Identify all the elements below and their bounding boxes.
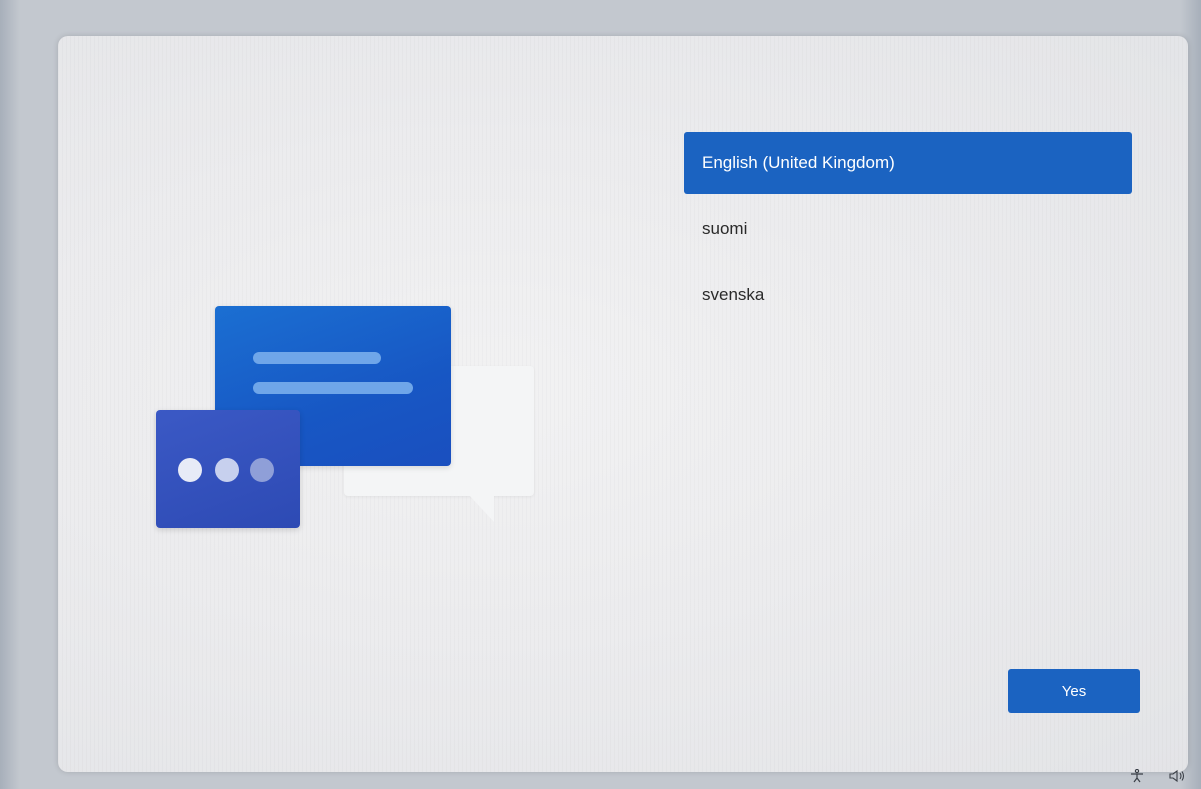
text-line [253,382,413,394]
typing-dot [215,458,239,482]
setup-panel: English (United Kingdom) suomi svenska Y… [58,36,1188,772]
accessibility-icon[interactable] [1129,768,1145,787]
language-option-label: svenska [702,285,765,304]
accessibility-icon-svg [1131,768,1143,783]
language-option-label: English (United Kingdom) [702,153,895,172]
language-option-svenska[interactable]: svenska [684,264,1132,326]
language-option-label: suomi [702,219,748,238]
typing-dot [250,458,274,482]
typing-indicator-icon [156,410,300,528]
typing-dot [178,458,202,482]
system-tray [1129,768,1187,787]
language-option-suomi[interactable]: suomi [684,198,1132,260]
volume-icon[interactable] [1169,769,1187,787]
text-line [253,352,381,364]
volume-icon-svg [1169,769,1185,783]
language-option-english-uk[interactable]: English (United Kingdom) [684,132,1132,194]
yes-button[interactable]: Yes [1008,669,1140,713]
speech-bubble-tail [468,494,494,522]
language-list: English (United Kingdom) suomi svenska [684,132,1132,330]
